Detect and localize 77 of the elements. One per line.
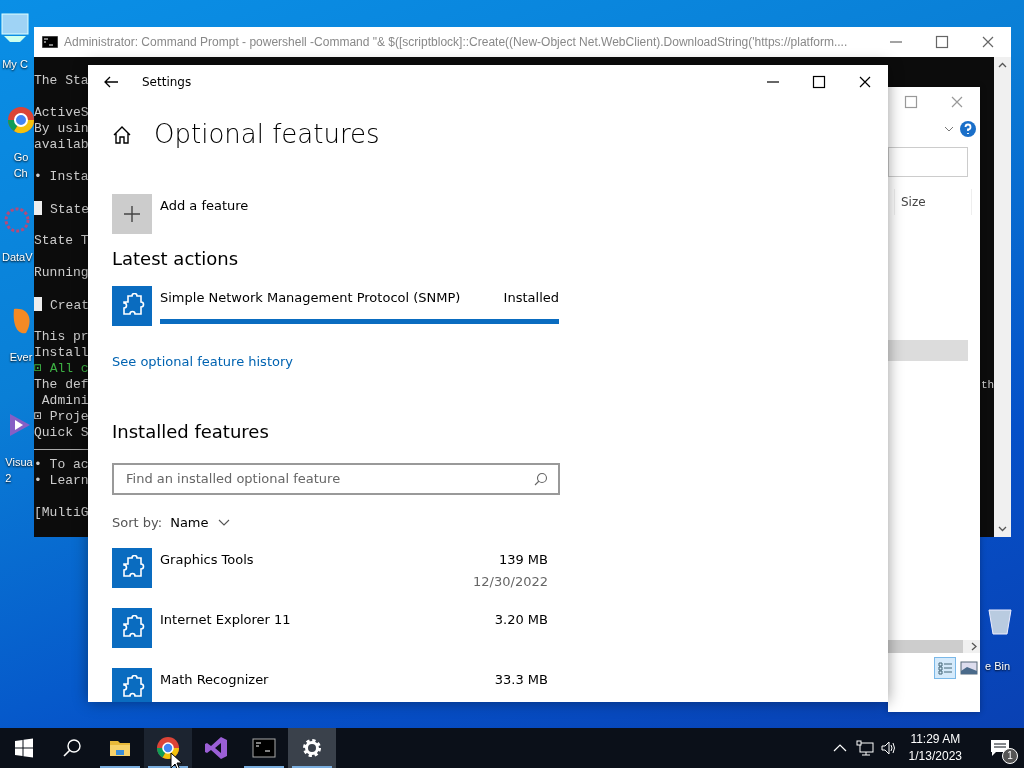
search-field[interactable]: Find an installed optional feature [112,462,560,495]
window-title: Settings [142,74,193,91]
feature-icon [112,548,152,589]
console-text: ⊡ All c [34,361,89,376]
mouse-pointer-icon [170,752,184,768]
size-text: 33.3 MB [494,671,548,690]
console-text: Quick S [34,425,89,440]
feature-name: Internet Explorer 11 [160,611,291,630]
console-text: ⊡ Proje [34,409,89,424]
taskbar-app-button[interactable] [144,728,192,768]
help-icon[interactable] [959,120,977,138]
add-feature-button[interactable] [112,194,152,235]
console-text: State T [34,233,89,248]
icon-label: Visua [5,455,33,470]
network-icon[interactable] [855,740,874,756]
icon-label: My C [2,57,28,72]
feature-name: Math Recognizer [160,671,269,690]
chevron-up-icon[interactable] [832,743,847,753]
column-header: Size [894,189,972,215]
clock[interactable]: 11:29 AM 1/13/2023 [900,731,970,765]
window-title: Administrator: Command Prompt - powershell -Command "& $([scriptblock]::Create((New-Object Net.WebClient).DownloadString('https://platform.... [64,34,849,51]
plus-icon [123,205,141,224]
console-text: Install [34,345,89,360]
windows-logo-icon[interactable] [14,738,34,758]
console-text: th [981,378,995,393]
console-text: ActiveS [34,105,89,120]
maximize-icon[interactable] [810,73,828,91]
console-text: • Learn [34,473,89,488]
feature-icon [112,608,152,649]
cursor-block [34,297,42,311]
feature-icon [112,285,152,326]
notification-badge: 1 [1002,748,1018,764]
notification-button[interactable]: 1 [976,728,1024,768]
terminal-icon[interactable] [252,736,276,760]
feature-name: Simple Network Management Protocol (SNMP) [160,288,461,307]
console-text: • To ac [34,457,89,472]
page-heading: Optional features [154,119,380,151]
console-text: Running [34,265,89,280]
size-text: 3.20 MB [494,611,548,630]
icon-label: DataV [2,250,33,265]
icon-label: Ever [9,350,33,365]
terminal-icon [42,36,58,48]
volume-icon[interactable] [879,740,898,756]
taskbar-app-button[interactable] [288,728,336,768]
icon-label: Go [13,150,29,165]
console-text: This pr [34,329,89,344]
horizontal-scrollbar[interactable] [888,640,980,653]
icon-label: 2 [5,471,13,486]
cursor-block [34,201,42,215]
icon-label: e Bin [985,659,1011,674]
history-link[interactable]: See optional feature history [112,351,293,372]
console-text: Admini [40,393,89,408]
console-text: By usin [34,121,89,136]
icon-label: Ch [13,166,29,181]
studio-icon[interactable] [204,736,228,760]
button-label: Add a feature [160,197,249,216]
gear-icon[interactable] [300,736,324,760]
console-text: The Sta [34,73,89,88]
search-icon[interactable] [62,738,82,758]
section-heading: Latest actions [112,248,240,270]
console-text: Creat [50,298,89,313]
console-text: [MultiG [34,505,89,520]
date-text: 12/30/2022 [473,572,548,591]
chrome-icon[interactable] [156,736,180,760]
feature-name: Graphics Tools [160,551,254,570]
size-text: 139 MB [498,551,548,570]
search-field[interactable] [888,147,968,177]
large-icons-view-icon[interactable] [960,661,978,675]
section-heading: Installed features [112,421,270,443]
console-text: • Insta [34,169,89,184]
console-text: availab [34,137,89,152]
sort-dropdown[interactable]: Sort by: Name [112,512,231,533]
chevron-down-icon[interactable] [216,517,231,528]
home-icon[interactable] [112,124,132,145]
status-text: Installed [503,288,559,307]
console-text: The def [34,377,89,392]
console-text: State [50,202,89,217]
